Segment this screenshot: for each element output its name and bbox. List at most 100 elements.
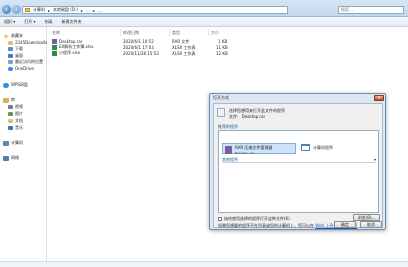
excel-file-icon — [52, 50, 57, 56]
program-item-computer[interactable]: 计算机程序 — [299, 143, 377, 154]
sidebar-favorites-label: 收藏夹 — [11, 33, 23, 38]
sidebar-item-recent[interactable]: 最近访问的位置 — [8, 59, 43, 65]
sidebar-item-label: OneDrive — [15, 66, 34, 71]
file-date: 2020/11/28 15:53 — [123, 51, 159, 56]
sidebar-item-pictures[interactable]: 图片 — [8, 111, 23, 117]
file-size: 12 KB — [216, 51, 228, 56]
archive-manager-icon — [225, 146, 232, 154]
sidebar-favorites[interactable]: 收藏夹 — [3, 33, 23, 39]
file-type: XLSX 工作表 — [172, 51, 196, 56]
sidebar-item-documents[interactable]: 文档 — [8, 118, 23, 124]
explorer-titlebar: ‹ › 计算机 ▸ 本地磁盘 (D:) ▸ … ▸ … 搜索 … — [0, 0, 408, 17]
new-folder-button[interactable]: 新建文件夹 — [62, 19, 82, 25]
program-name: 计算机程序 — [313, 144, 333, 150]
sidebar-item-label: 图片 — [15, 111, 23, 116]
folder-icon — [25, 8, 30, 12]
address-bar[interactable]: 计算机 ▸ 本地磁盘 (D:) ▸ … ▸ … — [22, 6, 288, 14]
download-folder-icon — [8, 47, 13, 51]
always-use-option[interactable]: 始终使用选择的程序打开这种文件(K) — [218, 216, 290, 222]
document-library-icon — [8, 119, 13, 123]
address-segment[interactable]: 计算机 — [33, 7, 45, 13]
search-input[interactable]: 搜索 … — [338, 6, 404, 14]
star-icon — [3, 33, 9, 39]
video-library-icon — [8, 105, 13, 109]
address-segment[interactable]: 本地磁盘 (D:) — [53, 7, 78, 13]
column-header-date[interactable]: 修改日期 — [123, 30, 139, 36]
ok-button[interactable]: 确定 — [334, 221, 356, 228]
other-programs-label: 其他程序 — [222, 156, 238, 162]
sidebar-item-music[interactable]: 音乐 — [8, 125, 23, 131]
close-icon: × — [376, 95, 382, 101]
sidebar-item-label: 音乐 — [15, 125, 23, 130]
command-toolbar: 组织 ▾ 打开 ▾ 刻录 新建文件夹 — [0, 17, 408, 27]
file-name-value: Desktop.rar — [241, 114, 266, 119]
file-size: 1 KB — [218, 39, 228, 44]
file-document-icon — [217, 108, 225, 117]
sidebar-libraries-label: 库 — [11, 97, 15, 102]
sidebar-item-onedrive[interactable]: OneDrive — [8, 66, 34, 71]
status-bar — [0, 261, 408, 267]
address-segment[interactable]: … — [98, 8, 102, 13]
folder-icon — [8, 40, 13, 45]
sidebar-item-downloads[interactable]: 下载 — [8, 46, 23, 52]
sidebar-item-videos[interactable]: 视频 — [8, 104, 23, 110]
file-row[interactable]: 小程序.xlsx — [52, 50, 80, 56]
program-publisher: Bandizip, Inc. — [235, 151, 256, 155]
file-date: 2020/6/1 17:03 — [123, 45, 154, 50]
open-button[interactable]: 打开 ▾ — [24, 19, 35, 25]
cancel-button[interactable]: 取消 — [360, 221, 382, 228]
library-icon — [3, 97, 9, 103]
chevron-right-icon: ▸ — [48, 7, 51, 13]
hint-text: 如果您想要的程序不在列表或您的计算机上，您可以在 — [218, 223, 314, 228]
sidebar-computer[interactable]: 计算机 — [3, 140, 23, 146]
file-name: Desktop.rar — [59, 38, 83, 44]
back-arrow-icon[interactable]: ‹ — [2, 5, 11, 14]
file-name: 小程序.xlsx — [59, 50, 81, 55]
always-use-checkbox[interactable] — [218, 217, 222, 221]
column-header-size[interactable]: 大小 — [211, 30, 219, 36]
sidebar-network[interactable]: 网络 — [3, 155, 19, 161]
sidebar-wps-label: WPS网盘 — [11, 82, 28, 87]
chevron-right-icon: ▸ — [92, 7, 95, 13]
sidebar-network-label: 网络 — [11, 155, 19, 160]
file-label-row: 文件: Desktop.rar — [229, 114, 265, 120]
organize-button[interactable]: 组织 ▾ — [4, 19, 15, 25]
sidebar-item-2345downloads[interactable]: 2345Downloads — [8, 40, 47, 45]
sidebar-computer-label: 计算机 — [11, 140, 23, 145]
close-button[interactable]: × — [374, 95, 384, 101]
search-placeholder: 搜索 … — [341, 7, 355, 12]
program-item-rar[interactable]: RAR 压缩文件管理器 Bandizip, Inc. — [222, 143, 296, 155]
column-divider[interactable] — [169, 29, 170, 36]
computer-icon — [3, 140, 9, 146]
program-list: RAR 压缩文件管理器 Bandizip, Inc. 计算机程序 其他程序 ▾ — [218, 130, 379, 213]
sidebar-libraries[interactable]: 库 — [3, 97, 15, 103]
sidebar-item-label: 下载 — [15, 46, 23, 51]
dialog-title: 打开方式 — [213, 95, 229, 100]
column-divider[interactable] — [120, 29, 121, 36]
sidebar-item-label: 视频 — [15, 104, 23, 109]
window-program-icon — [301, 144, 310, 151]
burn-button[interactable]: 刻录 — [45, 19, 53, 25]
sidebar-item-label: 最近访问的位置 — [15, 59, 43, 64]
column-header-type[interactable]: 类型 — [172, 30, 180, 36]
desktop-icon — [8, 54, 13, 58]
other-programs-expander[interactable]: 其他程序 ▾ — [222, 157, 376, 163]
rar-archive-icon — [52, 38, 57, 44]
open-with-dialog: 打开方式 × 选择您想用来打开此文件的程序 文件: Desktop.rar 推荐… — [209, 93, 386, 230]
column-divider[interactable] — [208, 29, 209, 36]
always-use-label: 始终使用选择的程序打开这种文件(K) — [224, 216, 290, 221]
browse-button[interactable]: 浏览(B)... — [353, 214, 380, 221]
file-label: 文件: — [229, 114, 239, 119]
cloud-icon — [8, 66, 13, 71]
column-header-name[interactable]: 名称 — [52, 30, 60, 36]
forward-arrow-icon[interactable]: › — [12, 5, 21, 14]
navigation-pane: 收藏夹 2345Downloads 下载 桌面 最近访问的位置 OneDrive… — [0, 27, 47, 267]
wps-cloud-icon — [3, 82, 9, 88]
sidebar-item-label: 文档 — [15, 118, 23, 123]
sidebar-wps-cloud[interactable]: WPS网盘 — [3, 82, 28, 88]
network-icon — [3, 155, 9, 161]
chevron-down-icon: ▾ — [373, 157, 376, 162]
address-segment[interactable]: … — [86, 8, 90, 13]
excel-file-icon — [52, 44, 57, 50]
dialog-body: 选择您想用来打开此文件的程序 文件: Desktop.rar 推荐的程序 RAR… — [213, 103, 383, 228]
